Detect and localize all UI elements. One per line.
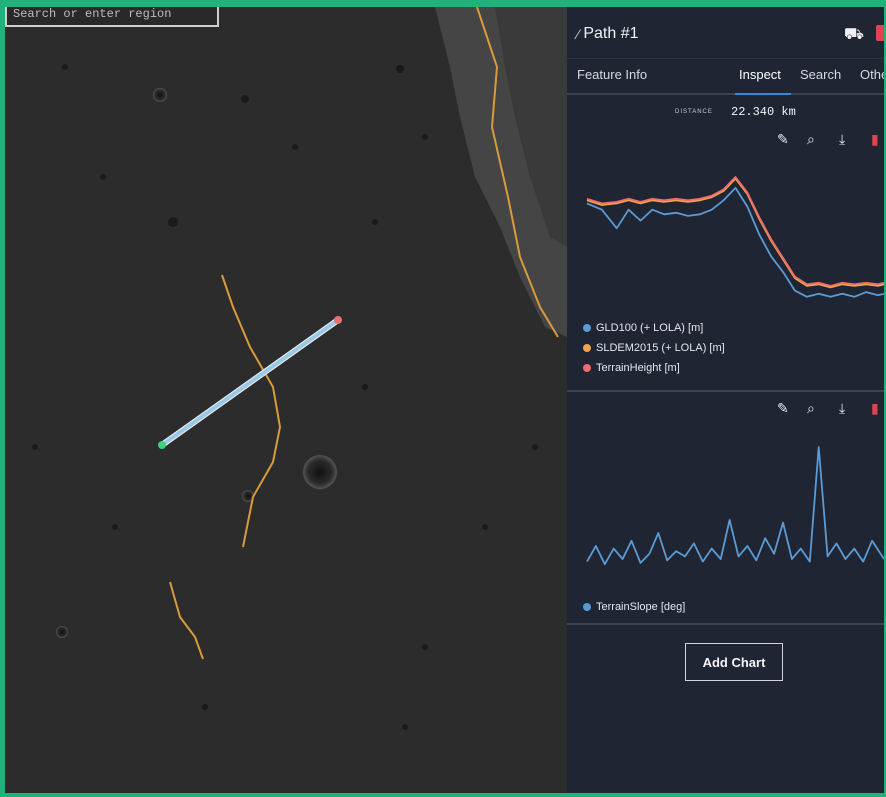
slope-chart[interactable] [567, 422, 884, 592]
slope-chart-block: ✎ ⌕ ⤓ ▮ TerrainSlope [deg] [567, 392, 884, 625]
tab-feature-info[interactable]: Feature Info [577, 67, 647, 82]
tab-search[interactable]: Search [800, 67, 841, 82]
download-icon[interactable]: ⤓ [839, 400, 845, 417]
trash-icon[interactable] [876, 25, 884, 41]
zoom-icon[interactable]: ⌕ [807, 400, 815, 417]
legend-label: TerrainHeight [m] [596, 362, 680, 374]
trash-icon[interactable]: ▮ [871, 131, 879, 148]
legend-item[interactable]: TerrainSlope [deg] [583, 597, 884, 617]
legend-label: GLD100 (+ LOLA) [m] [596, 322, 704, 334]
region-search-input[interactable]: Search or enter region [5, 7, 219, 27]
distance-label: DISTANCE [675, 109, 713, 115]
tab-inspect[interactable]: Inspect [739, 67, 781, 82]
legend-swatch [583, 344, 591, 352]
series-line-2[interactable] [586, 176, 884, 287]
tab-other[interactable]: Othe [860, 67, 884, 82]
chart-toolbar: ✎ ⌕ ⤓ ▮ [567, 127, 884, 153]
trash-icon[interactable]: ▮ [871, 400, 879, 417]
add-chart-button[interactable]: Add Chart [685, 643, 783, 681]
series-line-0[interactable] [586, 187, 884, 298]
legend-label: SLDEM2015 (+ LOLA) [m] [596, 342, 725, 354]
panel-header: ∕ Path #1 ⛟ [567, 7, 884, 59]
zoom-icon[interactable]: ⌕ [807, 131, 815, 148]
legend-swatch [583, 603, 591, 611]
path-end-marker[interactable] [334, 316, 342, 324]
lunar-map[interactable]: Search or enter region [5, 7, 567, 793]
elevation-legend: GLD100 (+ LOLA) [m] SLDEM2015 (+ LOLA) [… [567, 318, 884, 378]
pencil-icon[interactable]: ✎ [777, 400, 789, 417]
pencil-icon[interactable]: ✎ [777, 131, 789, 148]
path-title-text: Path #1 [583, 25, 639, 42]
slope-legend: TerrainSlope [deg] [567, 597, 884, 617]
add-chart-area: Add Chart [567, 625, 884, 705]
pencil-icon[interactable]: ∕ [577, 26, 579, 42]
elevation-chart[interactable] [567, 153, 884, 313]
binoculars-icon[interactable]: ⛟ [844, 25, 864, 45]
path-start-marker[interactable] [158, 441, 166, 449]
distance-value: 22.340 km [731, 105, 796, 119]
path-title[interactable]: ∕ Path #1 [577, 25, 639, 43]
elevation-chart-block: ✎ ⌕ ⤓ ▮ GLD100 (+ LOLA) [m] SLDEM2015 (+… [567, 127, 884, 392]
legend-item[interactable]: SLDEM2015 (+ LOLA) [m] [583, 338, 884, 358]
panel-tabs: Feature Info Inspect Search Othe [567, 59, 884, 95]
inspect-panel: ∕ Path #1 ⛟ Feature Info Inspect Search … [567, 7, 884, 793]
legend-item[interactable]: GLD100 (+ LOLA) [m] [583, 318, 884, 338]
map-canvas[interactable] [5, 7, 567, 793]
app-frame: Search or enter region ∕ Path #1 ⛟ Featu… [5, 7, 884, 793]
chart-toolbar: ✎ ⌕ ⤓ ▮ [567, 396, 884, 422]
download-icon[interactable]: ⤓ [839, 131, 845, 148]
legend-swatch [583, 324, 591, 332]
series-line-1[interactable] [586, 177, 884, 289]
distance-readout: DISTANCE 22.340 km [567, 95, 884, 127]
series-line-0[interactable] [586, 446, 884, 566]
legend-item[interactable]: TerrainHeight [m] [583, 358, 884, 378]
legend-swatch [583, 364, 591, 372]
legend-label: TerrainSlope [deg] [596, 601, 686, 613]
